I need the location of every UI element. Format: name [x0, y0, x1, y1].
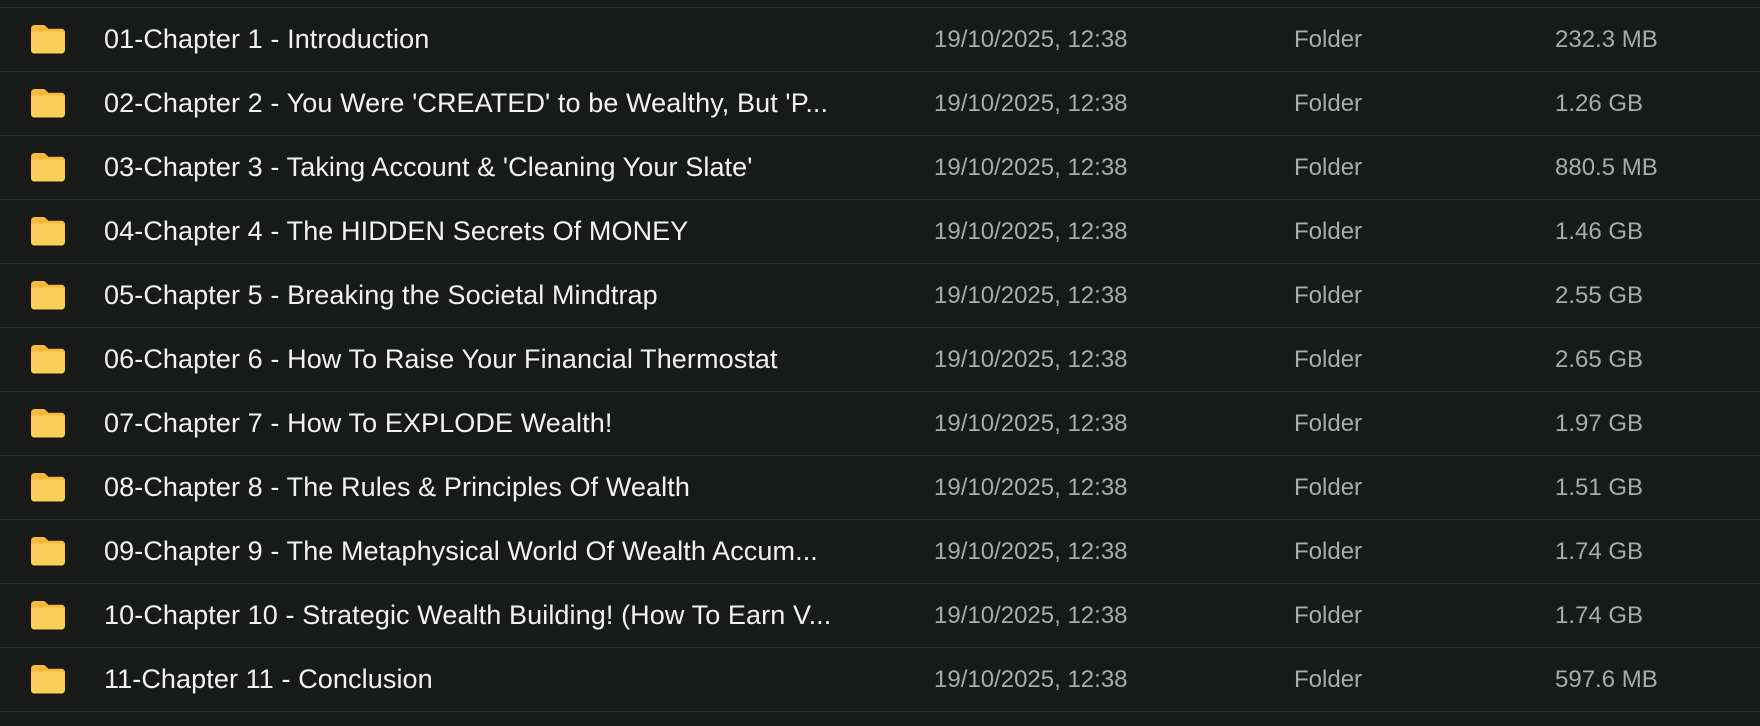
file-name[interactable]: 04-Chapter 4 - The HIDDEN Secrets Of MON… — [104, 216, 896, 247]
file-modified: 19/10/2025, 12:38 — [934, 281, 1128, 309]
table-row[interactable]: 04-Chapter 4 - The HIDDEN Secrets Of MON… — [0, 200, 1760, 264]
file-name[interactable]: 03-Chapter 3 - Taking Account & 'Cleanin… — [104, 152, 896, 183]
table-row[interactable]: 07-Chapter 7 - How To EXPLODE Wealth! 19… — [0, 392, 1760, 456]
folder-icon — [29, 663, 67, 695]
file-name[interactable]: 10-Chapter 10 - Strategic Wealth Buildin… — [104, 600, 896, 631]
table-row[interactable]: 05-Chapter 5 - Breaking the Societal Min… — [0, 264, 1760, 328]
file-kind: Folder — [1294, 153, 1363, 181]
file-kind: Folder — [1294, 473, 1363, 501]
folder-icon — [29, 215, 67, 247]
file-name[interactable]: 11-Chapter 11 - Conclusion — [104, 664, 896, 695]
file-name[interactable]: 02-Chapter 2 - You Were 'CREATED' to be … — [104, 88, 896, 119]
file-list: 01-Chapter 1 - Introduction 19/10/2025, … — [0, 7, 1760, 712]
file-name[interactable]: 01-Chapter 1 - Introduction — [104, 24, 896, 55]
folder-icon — [29, 599, 67, 631]
table-row[interactable]: 11-Chapter 11 - Conclusion 19/10/2025, 1… — [0, 648, 1760, 712]
table-row[interactable]: 06-Chapter 6 - How To Raise Your Financi… — [0, 328, 1760, 392]
file-modified: 19/10/2025, 12:38 — [934, 153, 1128, 181]
file-kind: Folder — [1294, 345, 1363, 373]
table-row[interactable]: 09-Chapter 9 - The Metaphysical World Of… — [0, 520, 1760, 584]
file-modified: 19/10/2025, 12:38 — [934, 601, 1128, 629]
table-row[interactable]: 03-Chapter 3 - Taking Account & 'Cleanin… — [0, 136, 1760, 200]
table-row[interactable]: 02-Chapter 2 - You Were 'CREATED' to be … — [0, 72, 1760, 136]
file-name[interactable]: 09-Chapter 9 - The Metaphysical World Of… — [104, 536, 896, 567]
folder-icon — [29, 151, 67, 183]
file-size: 1.97 GB — [1555, 409, 1644, 437]
file-kind: Folder — [1294, 25, 1363, 53]
folder-icon — [29, 407, 67, 439]
folder-icon — [29, 23, 67, 55]
file-kind: Folder — [1294, 537, 1363, 565]
file-modified: 19/10/2025, 12:38 — [934, 345, 1128, 373]
file-kind: Folder — [1294, 217, 1363, 245]
folder-icon — [29, 343, 67, 375]
file-kind: Folder — [1294, 281, 1363, 309]
folder-icon — [29, 535, 67, 567]
file-kind: Folder — [1294, 89, 1363, 117]
file-name[interactable]: 08-Chapter 8 - The Rules & Principles Of… — [104, 472, 896, 503]
table-row[interactable]: 08-Chapter 8 - The Rules & Principles Of… — [0, 456, 1760, 520]
table-row[interactable]: 10-Chapter 10 - Strategic Wealth Buildin… — [0, 584, 1760, 648]
folder-icon — [29, 279, 67, 311]
folder-icon — [29, 87, 67, 119]
file-name[interactable]: 05-Chapter 5 - Breaking the Societal Min… — [104, 280, 896, 311]
file-kind: Folder — [1294, 409, 1363, 437]
file-name[interactable]: 06-Chapter 6 - How To Raise Your Financi… — [104, 344, 896, 375]
table-row[interactable]: 01-Chapter 1 - Introduction 19/10/2025, … — [0, 8, 1760, 72]
file-kind: Folder — [1294, 601, 1363, 629]
file-modified: 19/10/2025, 12:38 — [934, 665, 1128, 693]
file-modified: 19/10/2025, 12:38 — [934, 409, 1128, 437]
file-size: 1.26 GB — [1555, 89, 1644, 117]
file-size: 880.5 MB — [1555, 153, 1658, 181]
file-size: 2.65 GB — [1555, 345, 1644, 373]
file-kind: Folder — [1294, 665, 1363, 693]
file-size: 1.46 GB — [1555, 217, 1644, 245]
file-size: 1.51 GB — [1555, 473, 1644, 501]
file-modified: 19/10/2025, 12:38 — [934, 89, 1128, 117]
file-modified: 19/10/2025, 12:38 — [934, 25, 1128, 53]
file-size: 1.74 GB — [1555, 537, 1644, 565]
file-size: 2.55 GB — [1555, 281, 1644, 309]
file-name[interactable]: 07-Chapter 7 - How To EXPLODE Wealth! — [104, 408, 896, 439]
file-size: 232.3 MB — [1555, 25, 1658, 53]
folder-icon — [29, 471, 67, 503]
file-size: 1.74 GB — [1555, 601, 1644, 629]
file-modified: 19/10/2025, 12:38 — [934, 537, 1128, 565]
file-modified: 19/10/2025, 12:38 — [934, 217, 1128, 245]
file-modified: 19/10/2025, 12:38 — [934, 473, 1128, 501]
file-size: 597.6 MB — [1555, 665, 1658, 693]
